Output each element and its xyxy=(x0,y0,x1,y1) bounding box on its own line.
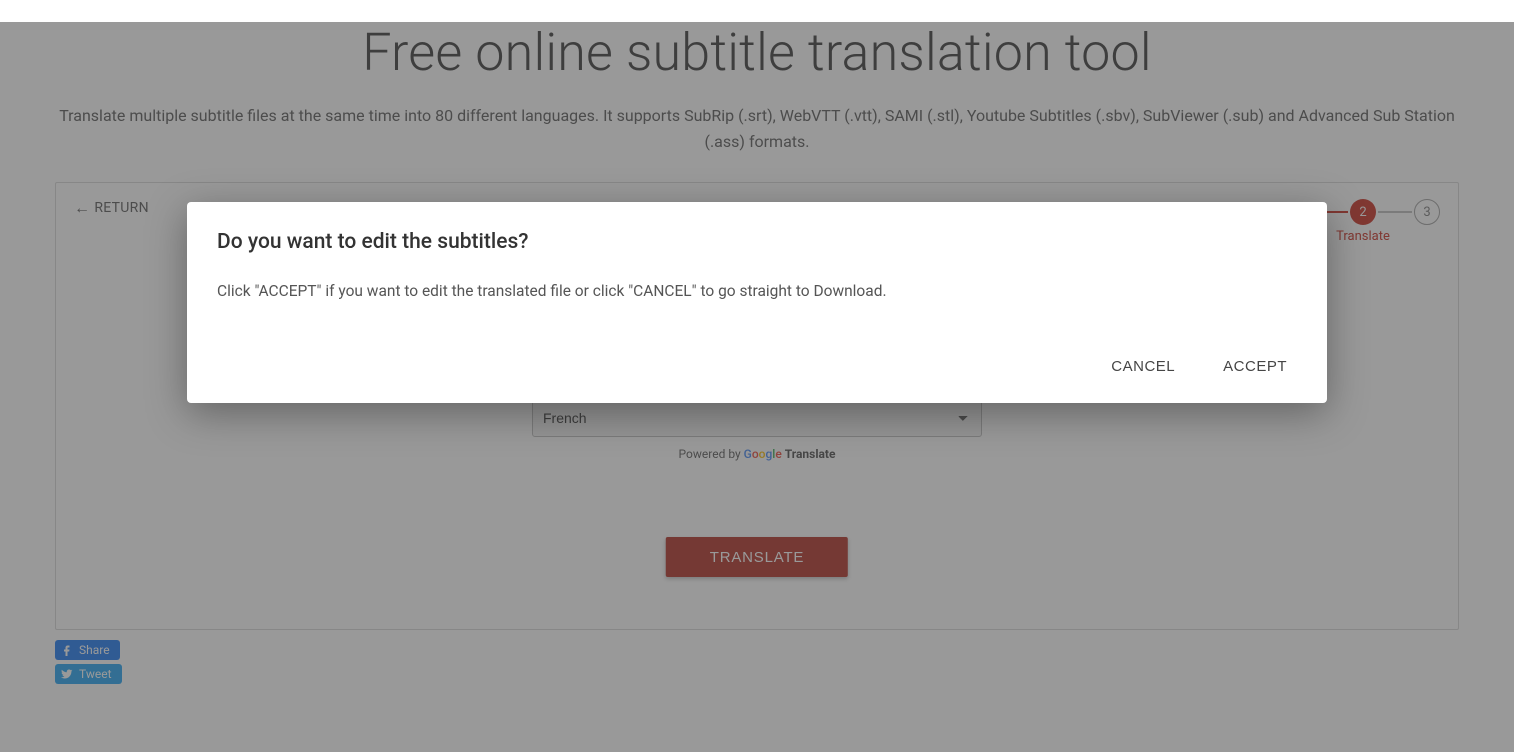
accept-button[interactable]: ACCEPT xyxy=(1213,352,1297,381)
edit-subtitles-modal: Do you want to edit the subtitles? Click… xyxy=(187,202,1327,403)
modal-title: Do you want to edit the subtitles? xyxy=(217,230,1297,254)
modal-actions: CANCEL ACCEPT xyxy=(217,352,1297,381)
cancel-button[interactable]: CANCEL xyxy=(1101,352,1185,381)
modal-body: Click "ACCEPT" if you want to edit the t… xyxy=(217,282,1297,300)
page-root: Free online subtitle translation tool Tr… xyxy=(0,22,1514,752)
